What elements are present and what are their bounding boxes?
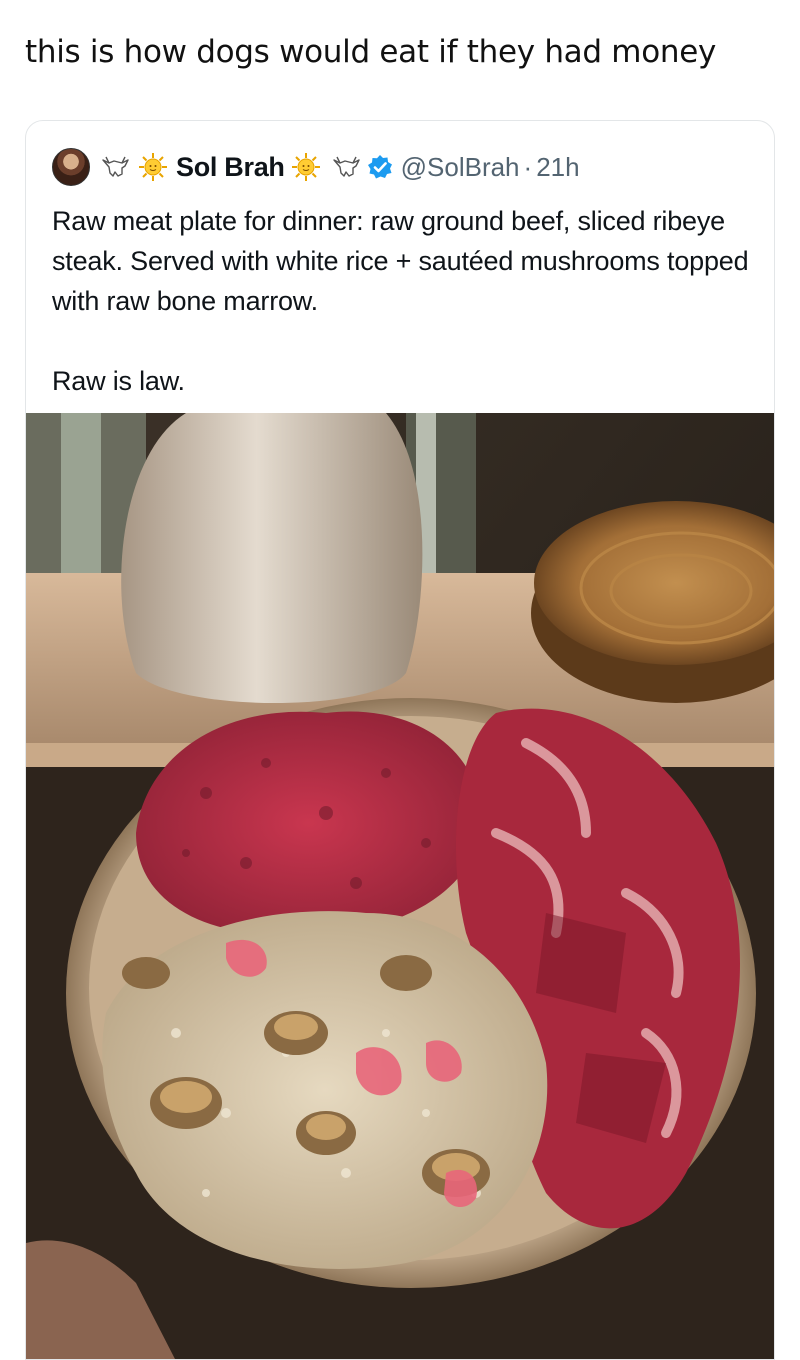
tweet-text-paragraph: Raw is law. bbox=[52, 366, 185, 396]
goat-icon bbox=[102, 156, 129, 177]
avatar[interactable] bbox=[52, 148, 90, 186]
sun-icon bbox=[139, 153, 167, 181]
sun-icon bbox=[291, 153, 320, 181]
verified-icon bbox=[367, 155, 392, 179]
meme-caption: this is how dogs would eat if they had m… bbox=[25, 34, 717, 70]
timestamp[interactable]: 21h bbox=[536, 152, 579, 183]
goat-icon bbox=[332, 156, 360, 177]
tweet-header: Sol Brah @SolBrah · 21h bbox=[52, 147, 580, 187]
tweet-photo[interactable] bbox=[26, 413, 775, 1360]
separator-dot: · bbox=[523, 151, 533, 182]
tweet-text-paragraph: Raw meat plate for dinner: raw ground be… bbox=[52, 206, 749, 316]
tweet-text: Raw meat plate for dinner: raw ground be… bbox=[52, 201, 752, 401]
display-name[interactable]: Sol Brah bbox=[176, 152, 285, 183]
handle[interactable]: @SolBrah bbox=[401, 152, 520, 183]
tweet-card[interactable]: Sol Brah @SolBrah · 21h Raw meat plate f… bbox=[25, 120, 775, 1360]
